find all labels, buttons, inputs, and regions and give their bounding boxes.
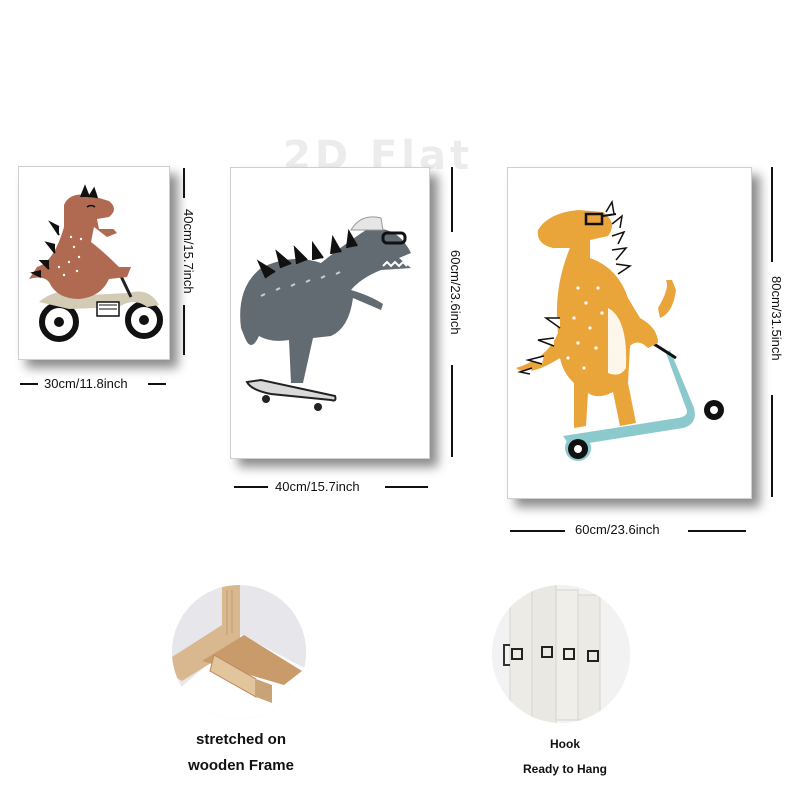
dinosaur-scooter-illustration — [516, 199, 724, 461]
feature-caption-frame-line2: wooden Frame — [188, 757, 294, 774]
height-label-small: 40cm/15.7inch — [181, 209, 196, 294]
width-label-medium: 40cm/15.7inch — [275, 479, 360, 494]
width-dimension-line-medium-right — [385, 486, 428, 488]
canvas-large — [507, 167, 752, 499]
height-tick-large — [771, 167, 773, 262]
height-dimension-line-large — [766, 167, 767, 497]
height-dimension-line-small — [179, 166, 180, 356]
dinosaur-skateboard-illustration — [240, 216, 411, 411]
height-label-large: 80cm/31.5inch — [769, 276, 784, 361]
feature-caption-frame-line1: stretched on — [195, 731, 286, 748]
height-tick-medium-bottom — [451, 365, 453, 457]
height-tick-small — [183, 168, 185, 198]
width-dimension-line-small-left — [20, 383, 38, 385]
width-dimension-line-small-right — [148, 383, 166, 385]
width-dimension-line-medium-left — [234, 486, 268, 488]
height-label-medium: 60cm/23.6inch — [448, 250, 463, 335]
canvas-medium — [230, 167, 430, 459]
wooden-frame-photo — [172, 585, 306, 719]
canvas-small — [18, 166, 170, 360]
height-tick-medium — [451, 167, 453, 232]
feature-caption-hook-line1: Hook — [550, 737, 580, 751]
width-label-small: 30cm/11.8inch — [44, 376, 128, 391]
height-tick-large-bottom — [771, 395, 773, 497]
hook-photo — [492, 585, 630, 723]
dinosaur-motorcycle-illustration — [29, 184, 163, 342]
feature-caption-hook-line2: Ready to Hang — [522, 762, 607, 776]
width-dimension-line-large-right — [688, 530, 746, 532]
width-dimension-line-large-left — [510, 530, 565, 532]
width-label-large: 60cm/23.6inch — [575, 522, 660, 537]
height-tick-small-bottom — [183, 305, 185, 355]
